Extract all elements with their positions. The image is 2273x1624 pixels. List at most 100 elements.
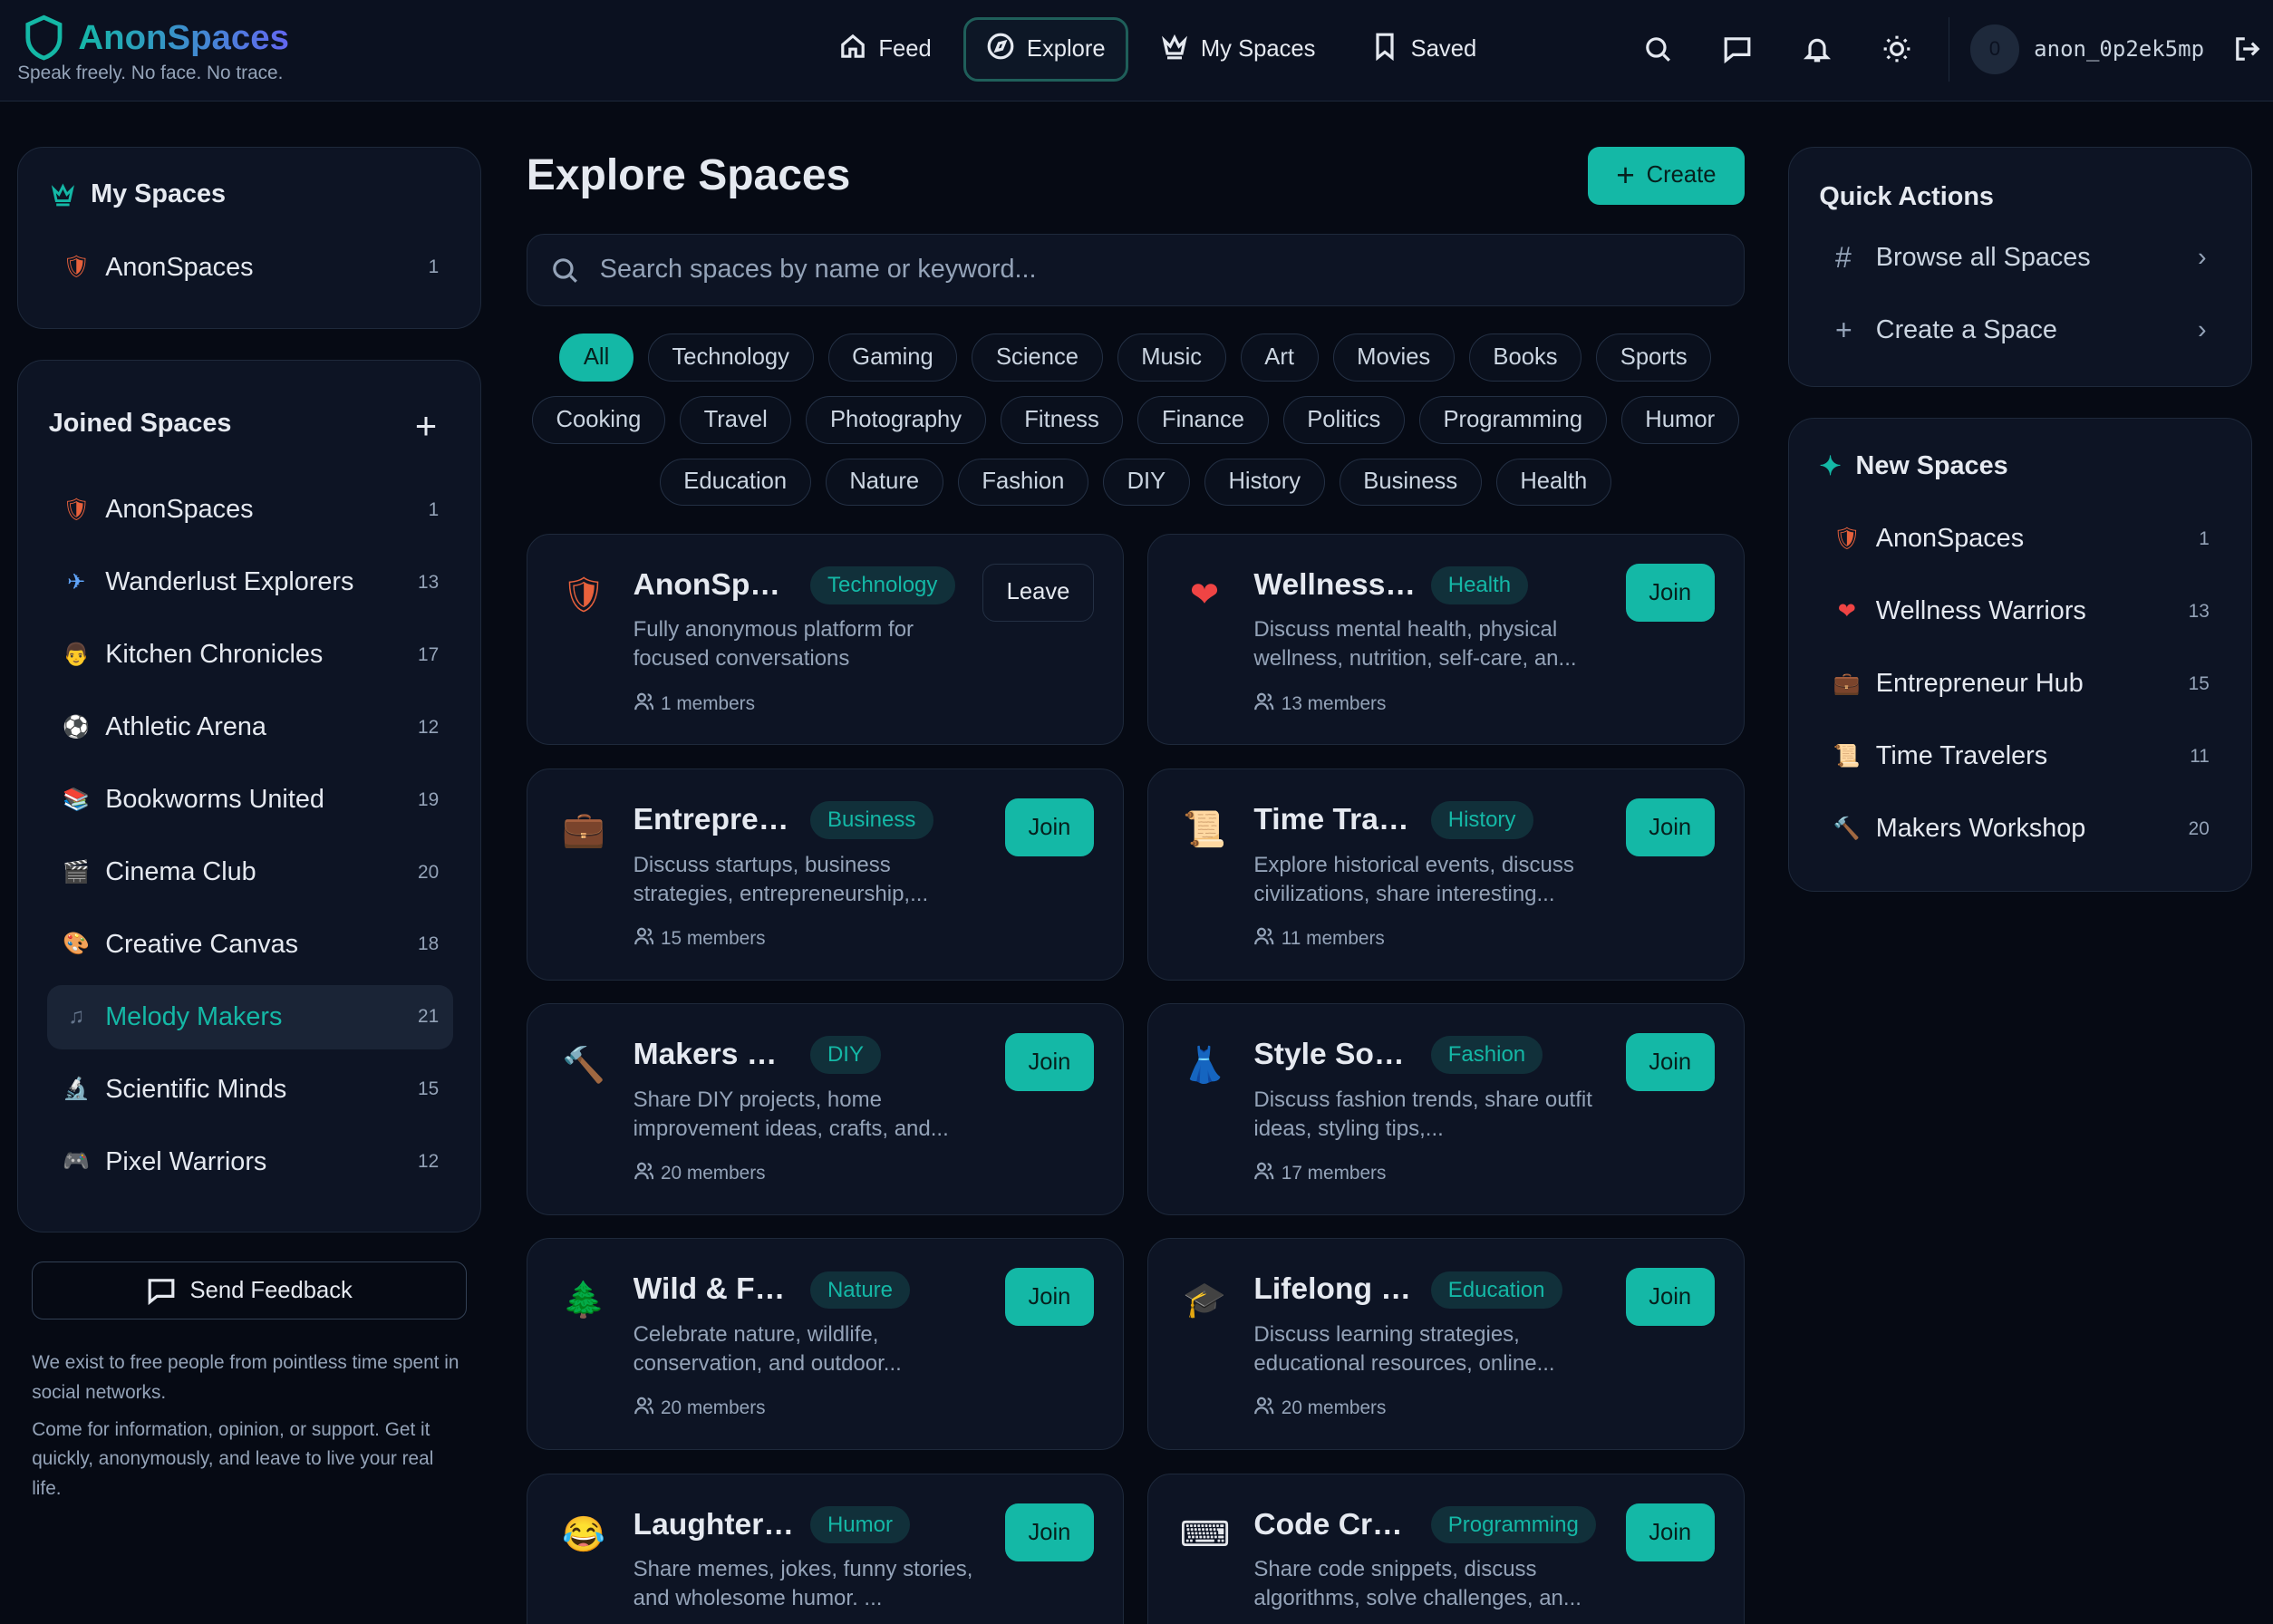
category-chip[interactable]: History <box>1204 459 1325 507</box>
member-count-label: 15 members <box>661 928 766 950</box>
search-icon[interactable] <box>1618 17 1697 81</box>
space-list-item[interactable]: ⚽Athletic Arena12 <box>47 695 453 759</box>
category-chip[interactable]: Politics <box>1283 396 1405 444</box>
space-description: Share memes, jokes, funny stories, and w… <box>634 1555 989 1613</box>
theme-sun-icon[interactable] <box>1857 17 1937 81</box>
card-header: Time TravelersHistory <box>1253 801 1533 839</box>
nav-my-spaces[interactable]: My Spaces <box>1137 17 1339 81</box>
space-card[interactable]: 🎓Lifelong LearnersEducationDiscuss learn… <box>1147 1238 1745 1450</box>
space-list-item[interactable]: 🔨Makers Workshop20 <box>1818 797 2224 860</box>
category-chip[interactable]: Humor <box>1621 396 1739 444</box>
space-list-item[interactable]: 🛡AnonSpaces1 <box>1818 507 2224 570</box>
space-list-item[interactable]: 👨Kitchen Chronicles17 <box>47 623 453 686</box>
new-spaces-list: 🛡AnonSpaces1 ❤Wellness Warriors13 💼Entrepr… <box>1818 507 2224 860</box>
space-name: Scientific Minds <box>105 1075 286 1105</box>
space-name: Style Society <box>1253 1038 1416 1072</box>
space-list-item[interactable]: 📜Time Travelers11 <box>1818 724 2224 788</box>
space-name: AnonSpaces <box>1876 524 2024 554</box>
create-button[interactable]: +Create <box>1588 147 1745 205</box>
space-list-item[interactable]: 📚Bookworms United19 <box>47 768 453 831</box>
category-chip[interactable]: Photography <box>806 396 985 444</box>
member-count-label: 13 members <box>1282 693 1387 715</box>
space-list-item[interactable]: ❤Wellness Warriors13 <box>1818 579 2224 643</box>
space-card[interactable]: ❤Wellness WarriorsHealthDiscuss mental h… <box>1147 534 1745 746</box>
nav-saved[interactable]: Saved <box>1347 17 1499 81</box>
space-card[interactable]: ⌨Code CraftersProgrammingShare code snip… <box>1147 1474 1745 1624</box>
join-button[interactable]: Join <box>1005 1033 1094 1091</box>
quick-actions-title: Quick Actions <box>1819 182 1994 212</box>
leave-button[interactable]: Leave <box>982 564 1094 622</box>
category-chip[interactable]: Books <box>1469 334 1581 382</box>
join-button[interactable]: Join <box>1626 798 1715 856</box>
join-button[interactable]: Join <box>1005 798 1094 856</box>
logout-icon[interactable] <box>2221 17 2273 81</box>
join-button[interactable]: Join <box>1005 1503 1094 1561</box>
space-card[interactable]: 🛡AnonSpacesTechnologyFully anonymous pla… <box>527 534 1124 746</box>
category-chip[interactable]: Fashion <box>958 459 1088 507</box>
add-space-plus-icon[interactable]: + <box>415 404 437 448</box>
space-list-item[interactable]: 🛡AnonSpaces1 <box>47 236 453 299</box>
space-list-item[interactable]: 🎨Creative Canvas18 <box>47 913 453 976</box>
nav-feed[interactable]: Feed <box>815 17 954 81</box>
category-chip[interactable]: Art <box>1241 334 1319 382</box>
member-count: 11 <box>2190 746 2210 768</box>
space-list-item[interactable]: 🛡AnonSpaces1 <box>47 478 453 541</box>
join-button[interactable]: Join <box>1005 1268 1094 1326</box>
space-emoji-icon: 🛡 <box>559 569 608 622</box>
category-chip[interactable]: Sports <box>1596 334 1711 382</box>
space-list-item[interactable]: ♫Melody Makers21 <box>47 985 453 1049</box>
space-card[interactable]: 💼Entrepreneur HubBusinessDiscuss startup… <box>527 768 1124 981</box>
space-list-item[interactable]: ✈Wanderlust Explorers13 <box>47 550 453 614</box>
send-feedback-button[interactable]: Send Feedback <box>32 1262 467 1320</box>
join-button[interactable]: Join <box>1626 1033 1715 1091</box>
space-card[interactable]: 👗Style SocietyFashionDiscuss fashion tre… <box>1147 1003 1745 1215</box>
category-chip[interactable]: All <box>559 334 634 382</box>
space-list-item[interactable]: 🎮Pixel Warriors12 <box>47 1130 453 1194</box>
space-card[interactable]: 📜Time TravelersHistoryExplore historical… <box>1147 768 1745 981</box>
search-input[interactable] <box>600 255 1702 285</box>
category-chip[interactable]: Programming <box>1419 396 1607 444</box>
category-chip[interactable]: Finance <box>1137 396 1268 444</box>
member-count: 17 members <box>1253 1161 1386 1186</box>
category-chip[interactable]: Health <box>1496 459 1611 507</box>
join-button[interactable]: Join <box>1626 564 1715 622</box>
avatar[interactable]: 0 <box>1970 24 2019 73</box>
join-button[interactable]: Join <box>1626 1503 1715 1561</box>
username[interactable]: anon_0p2ek5mp <box>2034 36 2204 62</box>
space-card[interactable]: 🌲Wild & FreeNatureCelebrate nature, wild… <box>527 1238 1124 1450</box>
logo[interactable]: AnonSpaces <box>24 14 289 61</box>
quick-action-create[interactable]: +Create a Space› <box>1818 294 2224 366</box>
quick-action-label: Browse all Spaces <box>1876 243 2091 273</box>
category-chip[interactable]: Travel <box>680 396 791 444</box>
category-chip[interactable]: Music <box>1117 334 1226 382</box>
messages-icon[interactable] <box>1697 17 1777 81</box>
card-header: Makers WorkshopDIY <box>634 1036 882 1074</box>
space-description: Explore historical events, discuss civil… <box>1253 851 1609 909</box>
space-name: AnonSpaces <box>634 568 796 603</box>
category-chip[interactable]: Business <box>1340 459 1482 507</box>
member-count-label: 20 members <box>661 1397 766 1419</box>
category-chip[interactable]: Science <box>972 334 1102 382</box>
member-count-label: 20 members <box>661 1163 766 1184</box>
category-chip[interactable]: Nature <box>826 459 943 507</box>
space-card[interactable]: 😂Laughter LoungeHumorShare memes, jokes,… <box>527 1474 1124 1624</box>
space-emoji-icon: ❤ <box>1833 597 1862 626</box>
space-list-item[interactable]: 🎬Cinema Club20 <box>47 840 453 904</box>
category-chip[interactable]: Fitness <box>1001 396 1124 444</box>
quick-action-browse[interactable]: #Browse all Spaces› <box>1818 221 2224 294</box>
space-list-item[interactable]: 🔬Scientific Minds15 <box>47 1058 453 1121</box>
category-chip[interactable]: Cooking <box>532 396 665 444</box>
category-chip[interactable]: DIY <box>1103 459 1190 507</box>
crown-icon <box>50 181 76 208</box>
category-chip[interactable]: Education <box>660 459 811 507</box>
new-spaces-title: New Spaces <box>1856 451 2008 481</box>
category-chip[interactable]: Technology <box>648 334 814 382</box>
nav-explore[interactable]: Explore <box>963 17 1128 81</box>
category-chip[interactable]: Movies <box>1333 334 1455 382</box>
bell-icon[interactable] <box>1777 17 1857 81</box>
category-chip[interactable]: Gaming <box>828 334 958 382</box>
join-button[interactable]: Join <box>1626 1268 1715 1326</box>
space-name: AnonSpaces <box>105 495 253 525</box>
space-list-item[interactable]: 💼Entrepreneur Hub15 <box>1818 652 2224 715</box>
space-card[interactable]: 🔨Makers WorkshopDIYShare DIY projects, h… <box>527 1003 1124 1215</box>
